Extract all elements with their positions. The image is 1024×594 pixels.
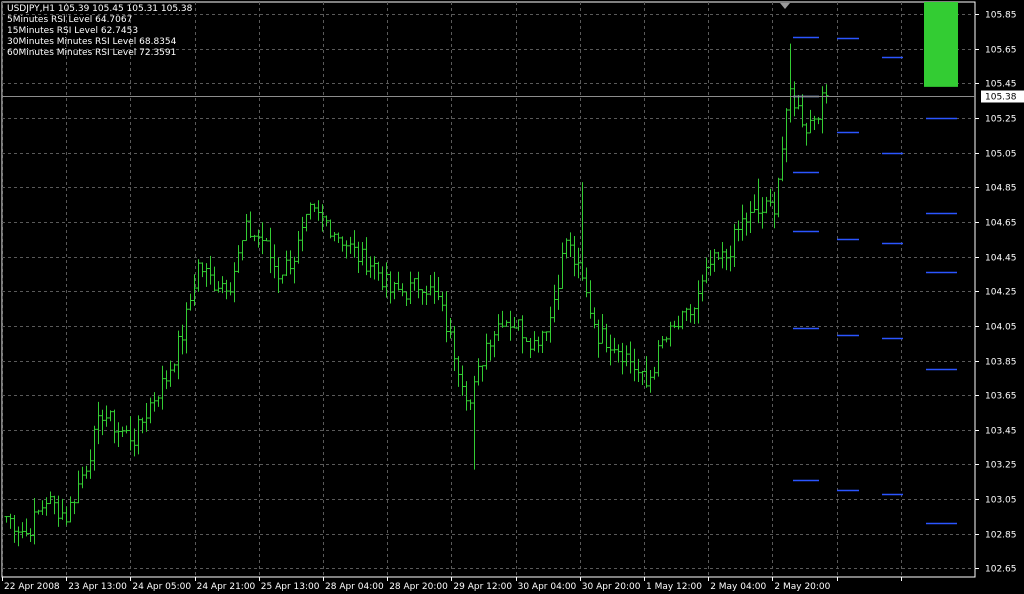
x-tick-label: 1 May 12:00 [646, 582, 702, 592]
y-tick-label: 103.45 [985, 427, 1017, 437]
y-tick-label: 104.45 [985, 254, 1017, 264]
y-tick-label: 105.65 [985, 46, 1017, 56]
y-tick-label: 105.45 [985, 80, 1017, 90]
x-tick-label: 22 Apr 2008 [4, 582, 60, 592]
x-tick-label: 23 Apr 13:00 [68, 582, 127, 592]
y-tick-label: 104.05 [985, 323, 1017, 333]
chart-info-panel: USDJPY,H1 105.39 105.45 105.31 105.38 5M… [7, 4, 192, 59]
symbol-title: USDJPY,H1 105.39 105.45 105.31 105.38 [7, 4, 193, 14]
chart-grid [1, 1, 976, 578]
y-tick-label: 102.85 [985, 531, 1017, 541]
x-tick-label: 25 Apr 13:00 [261, 582, 320, 592]
y-tick-label: 102.65 [985, 565, 1017, 575]
x-tick-label: 2 May 04:00 [710, 582, 766, 592]
rsi-level-60m: 60Minutes Minutes RSI Level 72.3591 [7, 48, 177, 58]
x-tick-label: 29 Apr 12:00 [453, 582, 512, 592]
rsi-level-5m: 5Minutes RSI Level 64.7067 [7, 15, 133, 25]
x-tick-label: 2 May 20:00 [774, 582, 830, 592]
y-tick-label: 105.05 [985, 150, 1017, 160]
x-tick-label: 30 Apr 20:00 [582, 582, 641, 592]
plot-frame [1, 1, 976, 578]
y-tick-label: 104.25 [985, 288, 1017, 298]
y-tick-label: 105.25 [985, 115, 1017, 125]
current-price-label: 105.38 [985, 93, 1017, 103]
rsi-level-markers [793, 36, 957, 525]
y-tick-label: 103.65 [985, 392, 1017, 402]
y-tick-label: 105.85 [985, 11, 1017, 21]
chart-axes: 105.85 105.65 105.45 105.25 105.05 104.85 104.… [2, 11, 1017, 592]
y-tick-label: 103.85 [985, 358, 1017, 368]
rsi-level-30m: 30Minutes Minutes RSI Level 68.8354 [7, 37, 177, 47]
price-chart: 105.38 105.85 105.65 105.45 105.25 105.05 104… [1, 1, 1024, 592]
rsi-level-15m: 15Minutes RSI Level 62.7453 [7, 26, 139, 36]
x-tick-label: 24 Apr 21:00 [197, 582, 256, 592]
signal-block [924, 2, 958, 87]
y-tick-label: 104.85 [985, 184, 1017, 194]
y-tick-label: 103.25 [985, 461, 1017, 471]
shift-marker-icon [780, 3, 790, 9]
y-tick-label: 103.05 [985, 496, 1017, 506]
x-tick-label: 30 Apr 04:00 [518, 582, 577, 592]
x-tick-label: 24 Apr 05:00 [132, 582, 191, 592]
x-tick-label: 28 Apr 20:00 [389, 582, 448, 592]
x-tick-label: 28 Apr 04:00 [325, 582, 384, 592]
y-tick-label: 104.65 [985, 219, 1017, 229]
